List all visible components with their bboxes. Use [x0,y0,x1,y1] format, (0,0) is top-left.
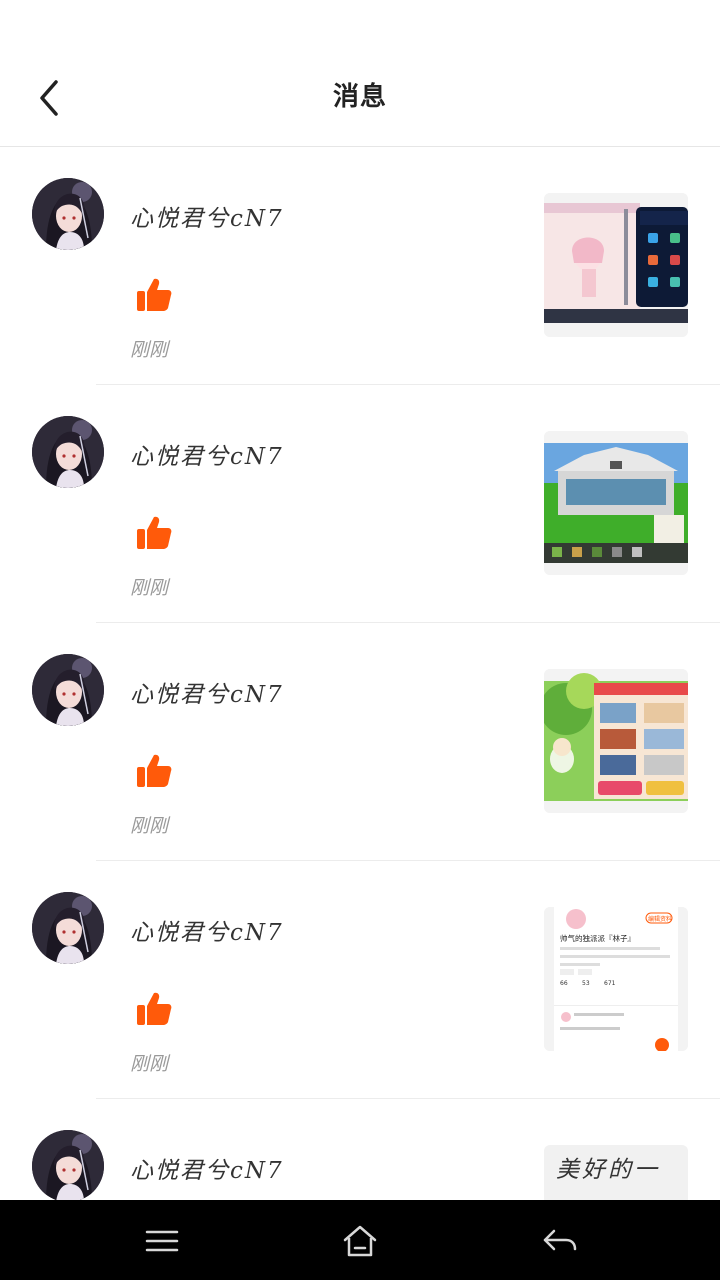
thumbnail-text: 美好的一 [556,1157,660,1183]
username[interactable]: 心悦君兮cN7 [130,913,284,947]
thumbs-up-icon [134,275,174,315]
post-thumbnail[interactable] [544,193,688,337]
page-title: 消息 [332,82,387,112]
username[interactable]: 心悦君兮cN7 [130,1151,284,1185]
timestamp: 刚刚 [130,339,169,361]
menu-button[interactable] [132,1218,192,1264]
post-thumbnail[interactable]: 编辑资料 帅气的独派派『林子』 66 53 671 [544,907,688,1051]
list-item[interactable]: 心悦君兮cN7 刚刚 美好的一 [0,1099,720,1200]
profile-name: 帅气的独派派『林子』 [560,933,635,943]
notification-list: 心悦君兮cN7 刚刚 心悦君兮cN7 刚刚 心悦君兮cN7 刚刚 心悦君兮cN7… [0,147,720,1200]
list-item[interactable]: 心悦君兮cN7 刚刚 编辑资料 帅气的独派派『林子』 66 53 671 [0,861,720,1099]
avatar[interactable] [32,1130,104,1200]
thumbs-up-icon [134,989,174,1029]
list-item[interactable]: 心悦君兮cN7 刚刚 [0,623,720,861]
top-app-bar: 消息 [0,0,720,147]
thumbs-up-icon [134,513,174,553]
username[interactable]: 心悦君兮cN7 [130,199,284,233]
stat-value: 53 [582,980,590,987]
avatar[interactable] [32,654,104,726]
home-button[interactable] [330,1218,390,1264]
username[interactable]: 心悦君兮cN7 [130,675,284,709]
post-thumbnail[interactable] [544,431,688,575]
list-item[interactable]: 心悦君兮cN7 刚刚 [0,385,720,623]
timestamp: 刚刚 [130,577,169,599]
post-thumbnail[interactable] [544,669,688,813]
profile-badge: 编辑资料 [648,915,672,923]
timestamp: 刚刚 [130,1053,169,1075]
avatar[interactable] [32,416,104,488]
home-icon [343,1225,377,1257]
menu-icon [145,1230,179,1252]
stat-value: 671 [604,980,616,987]
system-back-button[interactable] [530,1218,590,1264]
timestamp: 刚刚 [130,815,169,837]
return-arrow-icon [543,1229,577,1251]
avatar[interactable] [32,178,104,250]
avatar[interactable] [32,892,104,964]
system-navigation-bar [0,1200,720,1280]
stat-value: 66 [560,980,568,987]
username[interactable]: 心悦君兮cN7 [130,437,284,471]
post-thumbnail[interactable]: 美好的一 [544,1145,688,1200]
list-item[interactable]: 心悦君兮cN7 刚刚 [0,147,720,385]
thumbs-up-icon [134,751,174,791]
